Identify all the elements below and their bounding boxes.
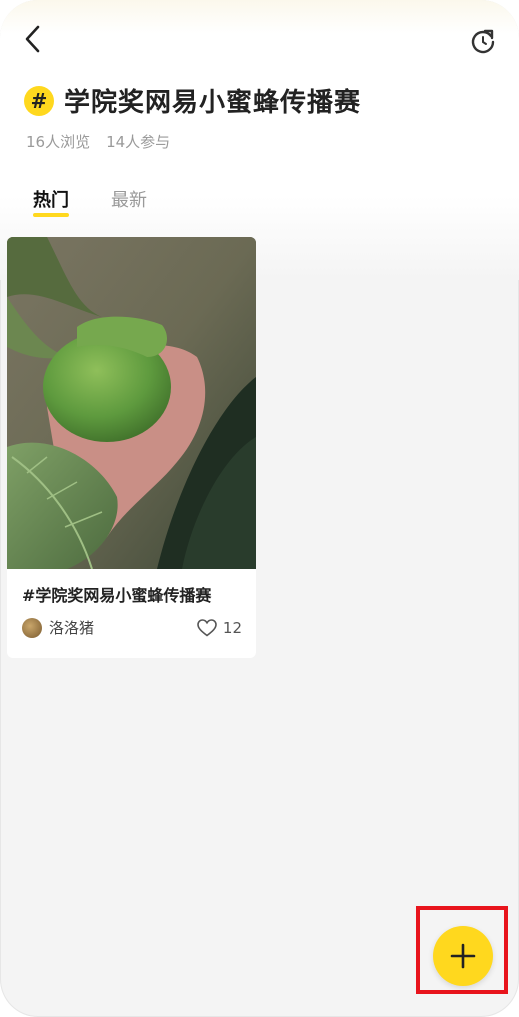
tab-bar: 热门 最新 [33,186,147,217]
photo-persimmon [7,237,256,569]
topic-title-row: # 学院奖网易小蜜蜂传播赛 [24,82,361,119]
page-title: 学院奖网易小蜜蜂传播赛 [64,88,362,118]
avatar [22,617,42,638]
plus-icon [450,943,476,969]
post-footer: 洛洛猪 12 [22,617,242,638]
refresh-icon [471,29,495,54]
views-count: 16人浏览 [26,133,91,151]
create-post-button[interactable] [433,926,493,986]
tab-hot-label: 热门 [33,190,69,211]
like-count: 12 [222,618,242,637]
tab-hot[interactable]: 热门 [33,186,69,217]
author-name: 洛洛猪 [49,619,95,637]
chevron-left-icon [25,25,40,53]
back-button[interactable] [16,22,50,56]
active-tab-indicator [33,213,69,217]
tab-latest-label: 最新 [111,190,147,211]
post-author[interactable]: 洛洛猪 [22,617,94,638]
heart-icon [197,618,217,637]
like-button[interactable]: 12 [197,619,242,637]
tab-latest[interactable]: 最新 [111,186,147,212]
hash-icon: # [24,85,54,116]
app-screen: # 学院奖网易小蜜蜂传播赛 16人浏览 14人参与 热门 最新 #学院奖网易小蜜… [0,0,519,1017]
refresh-button[interactable] [466,24,500,58]
topic-stats: 16人浏览 14人参与 [26,131,170,152]
post-card[interactable]: #学院奖网易小蜜蜂传播赛 洛洛猪 12 [7,237,256,658]
post-image[interactable] [7,237,256,569]
post-title[interactable]: #学院奖网易小蜜蜂传播赛 [22,582,211,606]
participants-count: 14人参与 [106,133,171,151]
